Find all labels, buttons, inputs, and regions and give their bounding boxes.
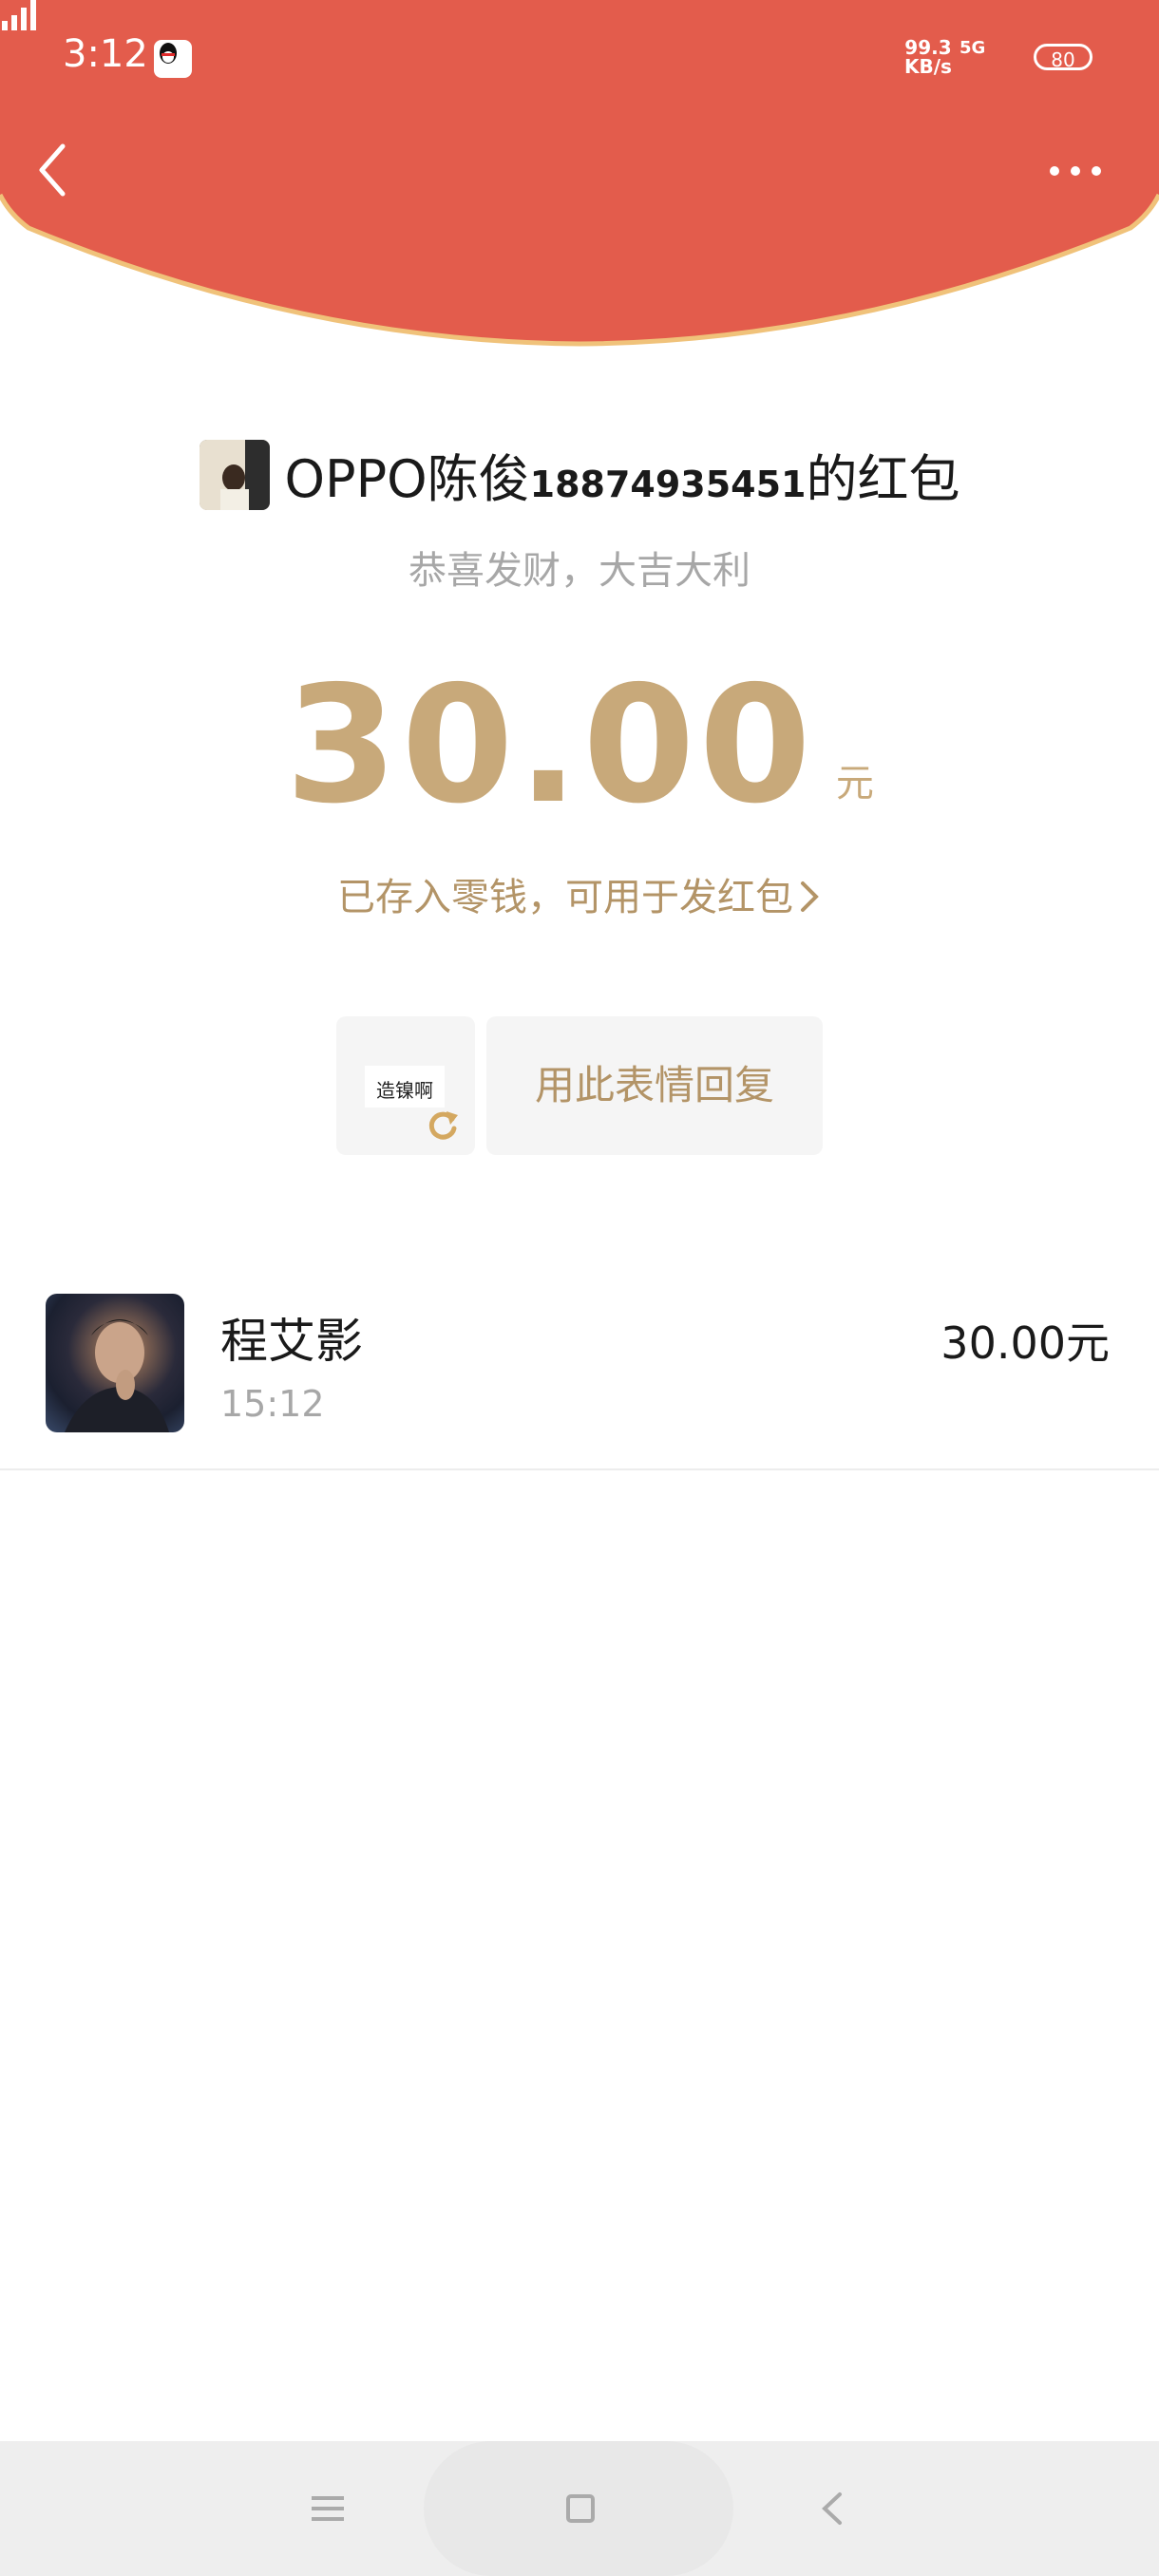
- sticker-text: 造镍啊: [376, 1079, 433, 1102]
- red-packet-header: 3:12 99.3 KB/s 5G 80: [0, 0, 1159, 347]
- recent-apps-button[interactable]: [304, 2485, 352, 2532]
- sticker-image: 造镍啊: [365, 1066, 445, 1108]
- system-back-button[interactable]: [809, 2485, 857, 2532]
- receive-time: 15:12: [220, 1383, 325, 1425]
- status-time: 3:12: [63, 32, 148, 76]
- receiver-amount: 30.00元: [940, 1317, 1110, 1369]
- chevron-right-icon: [801, 881, 819, 912]
- sender-row: OPPO陈俊18874935451的红包: [0, 437, 1159, 512]
- receiver-list-item[interactable]: 程艾影 15:12 30.00元: [0, 1292, 1159, 1470]
- refresh-icon: [428, 1111, 458, 1140]
- signal-icon: [2, 0, 36, 30]
- back-button[interactable]: [34, 141, 72, 199]
- home-button[interactable]: [557, 2485, 604, 2532]
- net-speed: 99.3 KB/s: [904, 36, 952, 78]
- network-type: 5G: [960, 38, 986, 58]
- received-amount: 30.00: [285, 652, 815, 840]
- home-square-icon: [566, 2494, 595, 2523]
- amount-row: 30.00 元: [0, 665, 1159, 826]
- sender-title: OPPO陈俊18874935451的红包: [284, 449, 960, 509]
- system-navbar: [0, 2441, 1159, 2576]
- blessing-text: 恭喜发财，大吉大利: [408, 549, 750, 593]
- menu-icon: [312, 2496, 344, 2521]
- qq-penguin-icon: [154, 40, 192, 78]
- wallet-note-text: 已存入零钱，可用于发红包: [337, 876, 793, 919]
- sender-avatar[interactable]: [199, 439, 270, 510]
- more-dots-icon: [1050, 166, 1101, 176]
- reply-with-sticker-button[interactable]: 用此表情回复: [486, 1016, 823, 1155]
- receiver-avatar[interactable]: [46, 1294, 184, 1432]
- sticker-refresh-button[interactable]: 造镍啊: [336, 1016, 475, 1155]
- chevron-left-icon: [39, 143, 66, 197]
- receiver-name: 程艾影: [220, 1314, 363, 1369]
- back-triangle-icon: [822, 2492, 842, 2525]
- wallet-link[interactable]: 已存入零钱，可用于发红包: [0, 866, 1159, 921]
- amount-unit: 元: [835, 762, 874, 805]
- battery-indicator: 80: [1034, 44, 1092, 71]
- more-button[interactable]: [1045, 152, 1106, 190]
